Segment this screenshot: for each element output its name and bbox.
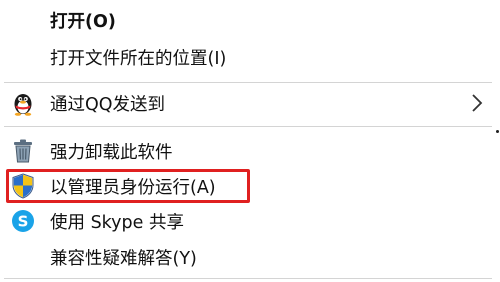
- menu-item-open[interactable]: 打开(O): [0, 3, 492, 37]
- uac-shield-icon: [10, 173, 36, 199]
- menu-item-compat-troubleshoot[interactable]: 兼容性疑难解答(Y): [0, 240, 492, 274]
- menu-item-label: 通过QQ发送到: [50, 94, 166, 115]
- menu-separator: [4, 82, 492, 83]
- menu-item-label: 使用 Skype 共享: [50, 212, 184, 233]
- menu-item-label: 打开文件所在的位置(I): [50, 48, 227, 69]
- chevron-right-icon: [472, 94, 483, 112]
- trash-bin-icon: [10, 138, 36, 164]
- menu-separator: [4, 278, 492, 279]
- menu-item-share-with-skype[interactable]: S 使用 Skype 共享: [0, 204, 492, 238]
- menu-item-force-uninstall[interactable]: 强力卸载此软件: [0, 134, 492, 168]
- menu-separator: [4, 126, 492, 127]
- svg-text:S: S: [18, 213, 29, 231]
- menu-item-open-file-location[interactable]: 打开文件所在的位置(I): [0, 40, 492, 74]
- qq-penguin-icon: [10, 90, 36, 116]
- menu-item-label: 强力卸载此软件: [50, 142, 173, 163]
- context-menu: 打开(O) 打开文件所在的位置(I) 通过QQ发送到 强力卸载此软件 以管理员身…: [0, 0, 500, 282]
- menu-item-run-as-admin[interactable]: 以管理员身份运行(A): [0, 169, 492, 203]
- menu-item-label: 兼容性疑难解答(Y): [50, 248, 197, 269]
- menu-item-label: 打开(O): [50, 11, 116, 32]
- menu-item-label: 以管理员身份运行(A): [50, 177, 216, 198]
- edge-dot: [496, 130, 499, 133]
- menu-item-send-via-qq[interactable]: 通过QQ发送到: [0, 86, 492, 120]
- skype-icon: S: [10, 208, 36, 234]
